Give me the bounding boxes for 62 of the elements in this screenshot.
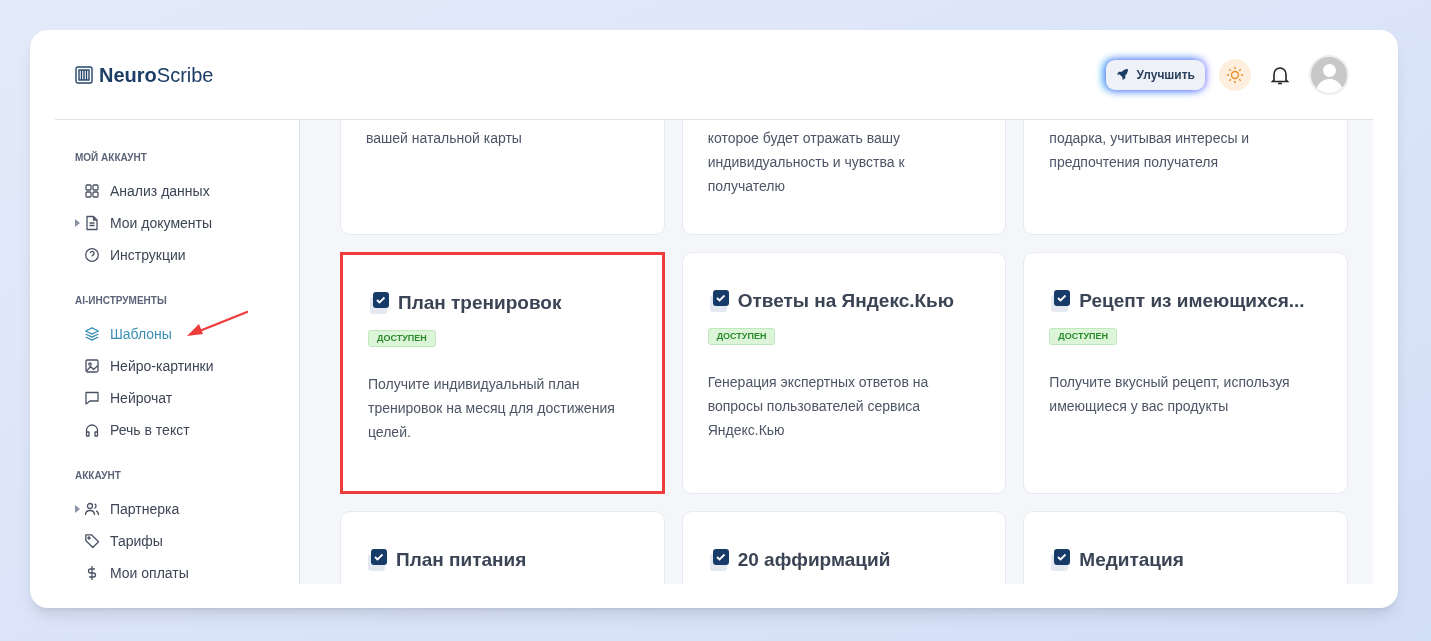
template-card[interactable]: вашей натальной карты <box>340 120 665 235</box>
status-badge: ДОСТУПЕН <box>1049 327 1118 345</box>
sidebar-item[interactable]: Партнерка <box>84 498 180 520</box>
caret-icon[interactable] <box>75 219 80 227</box>
sidebar-item[interactable]: Анализ данных <box>84 180 210 202</box>
card-title: Ответы на Яндекс.Кью <box>737 289 954 313</box>
card-title: План питания <box>396 548 527 572</box>
card-title: Медитация <box>1079 548 1184 572</box>
section-title: AI-ИНСТРУМЕНТЫ <box>75 294 168 308</box>
card-description: Получите вкусный рецепт, используя имеющиеся у вас продукты <box>1049 372 1291 416</box>
section-title: АККАУНТ <box>75 469 122 483</box>
bell-icon[interactable] <box>1271 64 1289 85</box>
checkbox-icon <box>366 548 388 573</box>
upgrade-button[interactable]: Улучшить <box>1105 59 1205 90</box>
template-card[interactable]: Рецепт из имеющихся... ДОСТУПЕН Получите вкусный рецепт, используя имеющиеся у вас продукты <box>1023 252 1348 494</box>
template-card[interactable]: План питания <box>340 511 665 584</box>
rocket-icon <box>1115 68 1129 81</box>
logo-text[interactable]: NeuroScribe <box>99 59 214 90</box>
caret-icon[interactable] <box>75 505 80 513</box>
card-description: подарка, учитывая интересы и предпочтения получателя <box>1049 129 1251 172</box>
template-card[interactable]: Медитация <box>1023 511 1348 584</box>
checkbox-icon <box>707 289 730 314</box>
sidebar-item[interactable]: Речь в текст <box>84 419 190 441</box>
tag-icon <box>84 533 100 549</box>
headphones-icon <box>84 422 100 438</box>
template-card[interactable]: которое будет отражать вашу индивидуальность и чувства к получателю <box>681 120 1007 235</box>
sidebar-item[interactable]: Инструкции <box>84 244 186 266</box>
card-title: Рецепт из имеющихся... <box>1079 289 1305 313</box>
sidebar-item[interactable]: Шаблоны <box>84 323 172 345</box>
logo-icon <box>75 65 93 84</box>
help-icon <box>84 247 100 263</box>
checkbox-icon <box>368 291 390 316</box>
checkbox-icon <box>1049 548 1072 573</box>
layers-icon <box>84 326 100 342</box>
users-icon <box>84 501 100 517</box>
grid-icon <box>84 183 100 199</box>
checkbox-icon <box>707 548 730 573</box>
avatar[interactable] <box>1309 54 1349 95</box>
checkbox-icon <box>1049 289 1072 314</box>
sun-icon <box>1226 65 1244 84</box>
sidebar-item[interactable]: Тарифы <box>84 530 163 552</box>
sidebar-item[interactable]: Мои оплаты <box>84 562 189 584</box>
template-card[interactable]: 20 аффирмаций <box>681 511 1007 584</box>
template-card[interactable]: План тренировок ДОСТУПЕН Получите индивидуальный план тренировок на месяц для достижения целей. <box>340 252 665 494</box>
image-icon <box>84 358 100 374</box>
theme-toggle[interactable] <box>1219 58 1251 91</box>
card-title: План тренировок <box>398 291 562 315</box>
template-card[interactable]: подарка, учитывая интересы и предпочтения получателя <box>1023 120 1348 235</box>
doc-icon <box>84 215 100 231</box>
chat-icon <box>84 390 100 406</box>
status-badge: ДОСТУПЕН <box>707 327 776 345</box>
card-description: которое будет отражать вашу индивидуальность и чувства к получателю <box>707 129 906 196</box>
sidebar-item[interactable]: Нейрочат <box>84 387 173 409</box>
card-description: Получите индивидуальный план тренировок на месяц для достижения целей. <box>368 374 616 442</box>
card-description: вашей натальной карты <box>366 129 523 148</box>
sidebar-item[interactable]: Нейро-картинки <box>84 355 214 377</box>
status-badge: ДОСТУПЕН <box>368 329 436 347</box>
template-card[interactable]: Ответы на Яндекс.Кью ДОСТУПЕН Генерация экспертных ответов на вопросы пользователей сервиса Яндекс.Кью <box>681 252 1007 494</box>
sidebar-item[interactable]: Мои документы <box>84 212 212 234</box>
card-title: 20 аффирмаций <box>737 548 891 572</box>
section-title: МОЙ АККАУНТ <box>75 150 148 165</box>
card-description: Генерация экспертных ответов на вопросы пользователей сервиса Яндекс.Кью <box>707 372 930 440</box>
